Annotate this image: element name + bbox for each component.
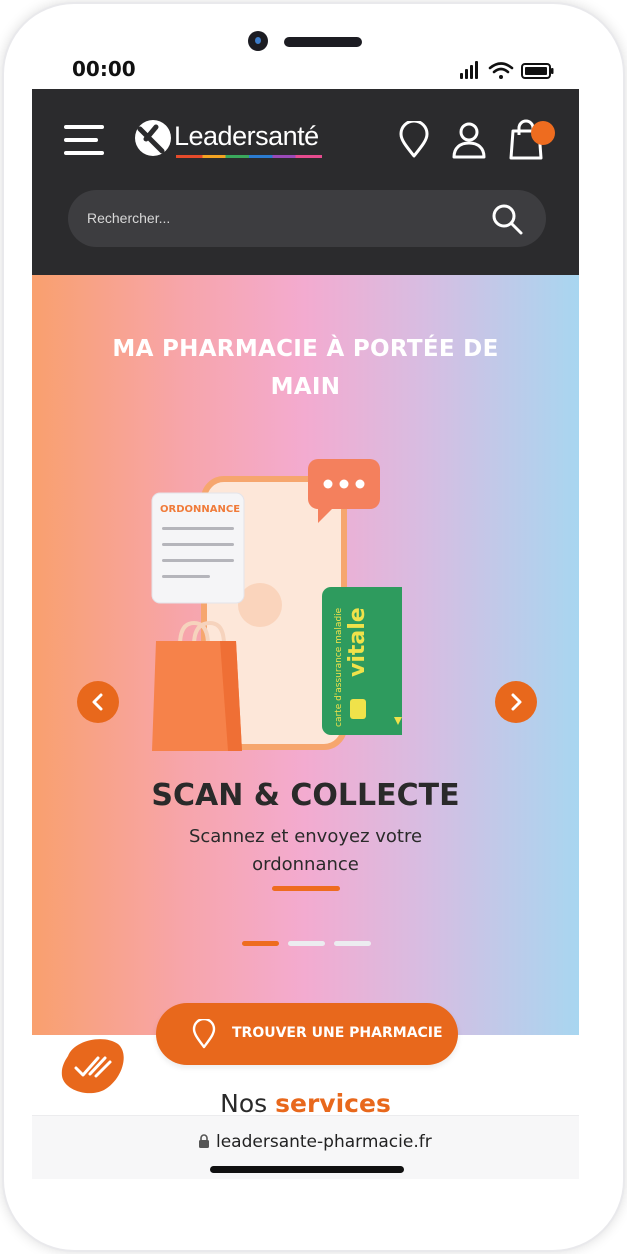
status-time: 00:00 [72,57,136,81]
carousel-dot-3[interactable] [334,941,371,946]
search-bar[interactable]: Rechercher... [68,190,546,247]
url-text: leadersante-pharmacie.fr [216,1132,432,1152]
home-indicator[interactable] [210,1166,404,1173]
shopping-bag-illustration [152,620,242,751]
status-icons [460,61,554,79]
menu-icon[interactable] [64,125,104,155]
user-icon[interactable] [450,121,488,159]
site-header: Leadersanté Rechercher... [32,89,579,275]
carousel-dot-2[interactable] [288,941,325,946]
checklist-fab[interactable] [60,1036,126,1096]
carousel-dot-1[interactable] [242,941,279,946]
earpiece-speaker [284,37,362,47]
find-pharmacy-label: TROUVER UNE PHARMACIE [232,1025,443,1041]
front-camera [248,31,268,51]
logo-mark-icon [135,120,171,156]
location-pin-icon [192,1019,216,1049]
wifi-icon [488,62,514,79]
prescription-sheet: ORDONNANCE [151,492,245,604]
brand-logo[interactable]: Leadersanté [132,115,332,165]
vitale-card: carte d'assurance maladie vitale [322,587,402,735]
chevron-left-icon [92,693,103,711]
location-pin-icon[interactable] [397,121,431,159]
slide-title: SCAN & COLLECTE [151,778,460,813]
app-screen: Leadersanté Rechercher... MA PHARMACIE À… [32,89,579,1179]
slide-underline [272,886,340,891]
prescription-label: ORDONNANCE [160,504,240,515]
lock-icon [199,1134,209,1148]
cart-badge [531,121,555,145]
carousel-prev-button[interactable] [77,681,119,723]
card-brand: vitale [345,607,370,677]
phone-frame: 00:00 Leadersanté Rechercher... MA PHARM… [4,4,623,1250]
services-heading: Nos services [32,1089,579,1118]
signal-icon [460,61,478,79]
slide-subtitle: Scannez et envoyez votre ordonnance [188,826,423,875]
chevron-right-icon [511,693,522,711]
carousel-next-button[interactable] [495,681,537,723]
hero-title: MA PHARMACIE À PORTÉE DE MAIN [112,336,499,400]
card-vertical-text: carte d'assurance maladie [334,607,344,727]
services-prefix: Nos [220,1089,268,1118]
search-input[interactable]: Rechercher... [87,210,170,226]
find-pharmacy-button[interactable]: TROUVER UNE PHARMACIE [156,1003,458,1065]
search-icon[interactable] [490,202,524,236]
brand-name: Leadersanté [174,121,319,151]
logo-color-stripe [176,155,322,158]
hero-carousel: MA PHARMACIE À PORTÉE DE MAIN ORDONNANCE [32,275,579,1035]
scan-collect-illustration: ORDONNANCE carte d'assurance maladie vit… [151,459,402,751]
services-highlight: services [275,1089,391,1118]
battery-icon [521,63,554,79]
